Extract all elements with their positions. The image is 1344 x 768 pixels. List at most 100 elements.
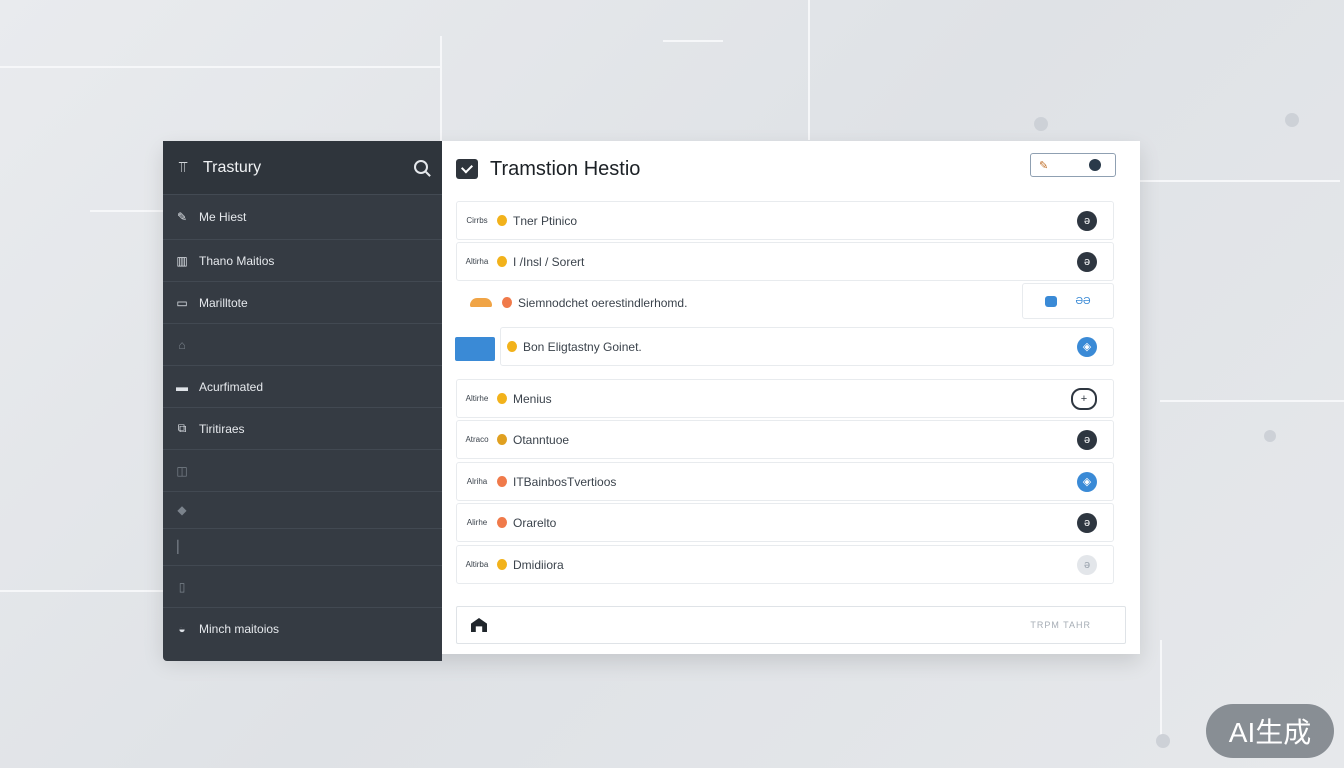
lock-icon: ⌂ xyxy=(178,337,186,352)
row-label: Tner Ptinico xyxy=(513,213,578,228)
pin-icon: ⫪ xyxy=(178,159,188,176)
status-dot xyxy=(497,517,507,528)
link-icon: ⧉ xyxy=(177,421,187,435)
row-tag: Altirba xyxy=(465,560,489,569)
bg-dot xyxy=(1034,117,1048,131)
status-dot xyxy=(497,434,507,445)
history-icon xyxy=(456,159,478,179)
sidebar-item-minch[interactable]: ◒ Minch maitoios xyxy=(163,608,442,649)
status-dot xyxy=(497,215,507,226)
bg-line xyxy=(440,36,442,146)
list-item[interactable]: Alirhe Orarelto ə xyxy=(456,503,1114,542)
shield-icon[interactable]: ◈ xyxy=(1077,336,1097,357)
row-label: Dmidiiora xyxy=(513,557,564,572)
sidebar-item-acurfimated[interactable]: ▬ Acurfimated xyxy=(163,366,442,408)
dot-icon: ◆ xyxy=(177,503,187,517)
row-label: Menius xyxy=(513,391,552,406)
header-controls[interactable]: ✎ xyxy=(1030,153,1116,177)
sidebar-item-label: Thano Maitios xyxy=(199,253,275,268)
footer-bar: TRPM TAHR xyxy=(456,606,1126,644)
bg-line xyxy=(1160,640,1162,740)
status-dot xyxy=(507,341,517,352)
file-icon: ▯ xyxy=(178,579,186,594)
status-dot xyxy=(497,476,507,487)
sidebar-item-me[interactable]: ✎ Me Hiest xyxy=(163,195,442,240)
cup-icon: ◒ xyxy=(178,621,186,636)
sidebar-item-file[interactable]: ▯ xyxy=(163,566,442,608)
bg-dot xyxy=(1156,734,1170,748)
search-icon[interactable] xyxy=(412,159,430,177)
main-header: Tramstion Hestio ✎ xyxy=(442,141,1140,197)
sidebar-item-tiritiraes[interactable]: ⧉ Tiritiraes xyxy=(163,408,442,450)
window-icon: ▭ xyxy=(176,295,188,310)
sidebar-title: Trastury xyxy=(203,158,262,176)
info-icon[interactable]: ə xyxy=(1077,554,1097,575)
watermark: AI生成 xyxy=(1206,704,1334,758)
eye-icon[interactable] xyxy=(1089,159,1101,171)
info-icon[interactable]: ə xyxy=(1077,210,1097,231)
row-tag: Atraco xyxy=(465,435,489,444)
sidebar-item-label: Marilltote xyxy=(199,295,248,310)
row-tag: Altirha xyxy=(465,257,489,266)
bg-line xyxy=(90,210,163,212)
info-icon[interactable]: ə xyxy=(1077,251,1097,272)
sidebar-item-label: Me Hiest xyxy=(199,210,247,224)
app-window: ⫪ Trastury ✎ Me Hiest ▥ Thano Maitios ▭ … xyxy=(163,141,1140,661)
home-icon[interactable] xyxy=(471,618,487,632)
sidebar: ⫪ Trastury ✎ Me Hiest ▥ Thano Maitios ▭ … xyxy=(163,141,442,661)
list-item[interactable]: Altirhe Menius + xyxy=(456,379,1114,418)
list-item[interactable]: Altirha I /Insl / Sorert ə xyxy=(456,242,1114,281)
wrench-icon: ✎ xyxy=(176,210,188,224)
footer-right: TRPM TAHR xyxy=(1030,620,1091,630)
row-label: Orarelto xyxy=(513,515,557,530)
page-title: Tramstion Hestio xyxy=(490,157,641,180)
info-icon[interactable]: ə xyxy=(1077,429,1097,450)
sidebar-item-marilltote[interactable]: ▭ Marilltote xyxy=(163,282,442,324)
row-tag: Alirhe xyxy=(466,518,488,527)
list-item[interactable]: Bon Eligtastny Goinet. ◈ xyxy=(500,327,1114,366)
shield-icon[interactable]: ◈ xyxy=(1077,471,1097,492)
folder-icon xyxy=(455,337,495,361)
status-dot xyxy=(497,559,507,570)
status-dot xyxy=(497,256,507,267)
sidebar-item-bar[interactable]: ▏ xyxy=(163,529,442,566)
row-tag: Cirrbs xyxy=(466,216,488,225)
sidebar-item-thano[interactable]: ▥ Thano Maitios xyxy=(163,240,442,282)
list-item[interactable]: Cirrbs Tner Ptinico ə xyxy=(456,201,1114,240)
bg-dot xyxy=(1264,430,1276,442)
bar-icon: ▏ xyxy=(177,540,187,554)
bg-line xyxy=(0,590,163,592)
row-label: Bon Eligtastny Goinet. xyxy=(523,339,642,354)
aux-button[interactable]: ƏƏ xyxy=(1022,283,1114,319)
building-icon: ▥ xyxy=(176,253,188,268)
sidebar-item-chart[interactable]: ◫ xyxy=(163,450,442,492)
bg-dot xyxy=(1285,113,1299,127)
info-icon[interactable]: ə xyxy=(1077,512,1097,533)
bg-line xyxy=(1140,180,1340,182)
square-icon xyxy=(1045,295,1058,307)
edit-icon[interactable]: ✎ xyxy=(1039,159,1048,172)
card-icon: ▬ xyxy=(176,379,188,394)
list-item[interactable]: Altirba Dmidiiora ə xyxy=(456,545,1114,584)
bg-line xyxy=(1160,400,1344,402)
row-label: I /Insl / Sorert xyxy=(513,254,585,269)
sidebar-item-dot[interactable]: ◆ xyxy=(163,492,442,529)
list-item[interactable]: Alriha ITBainbosTvertioos ◈ xyxy=(456,462,1114,501)
bg-line xyxy=(663,40,723,42)
chart-icon: ◫ xyxy=(176,463,188,478)
bg-line xyxy=(0,66,440,68)
add-icon[interactable]: + xyxy=(1071,387,1097,410)
aux-row: ƏƏ xyxy=(456,283,1114,319)
aux-text: ƏƏ xyxy=(1075,295,1091,307)
row-label: ITBainbosTvertioos xyxy=(513,474,617,489)
row-tag: Altirhe xyxy=(465,394,489,403)
sidebar-item-label: Minch maitoios xyxy=(199,621,280,636)
sidebar-item-locked[interactable]: ⌂ xyxy=(163,324,442,366)
sidebar-item-label: Acurfimated xyxy=(199,379,264,394)
sidebar-header: ⫪ Trastury xyxy=(163,141,442,195)
bg-line xyxy=(808,0,810,140)
sidebar-item-label: Tiritiraes xyxy=(199,421,245,436)
row-label: Otanntuoe xyxy=(513,432,570,447)
list-item[interactable]: Atraco Otanntuoe ə xyxy=(456,420,1114,459)
status-dot xyxy=(497,393,507,404)
